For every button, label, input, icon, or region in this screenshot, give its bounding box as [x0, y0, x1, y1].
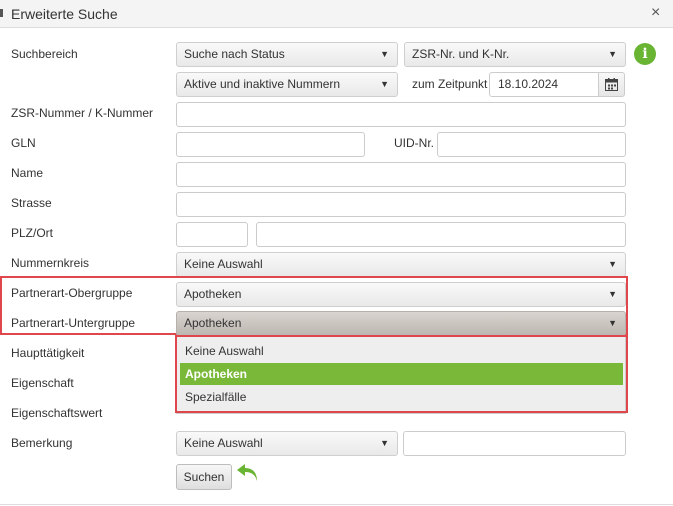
reset-button[interactable]	[236, 462, 260, 484]
chevron-down-icon: ▼	[608, 49, 617, 59]
select-zsr-typ[interactable]: ZSR-Nr. und K-Nr. ▼	[404, 42, 626, 67]
info-icon[interactable]: i	[634, 43, 656, 65]
undo-arrow-icon	[237, 464, 257, 481]
label-obergruppe: Partnerart-Obergruppe	[11, 286, 133, 300]
suchen-button[interactable]: Suchen	[176, 464, 232, 490]
uid-input[interactable]	[437, 132, 626, 157]
date-input[interactable]: 18.10.2024	[489, 72, 600, 97]
label-bemerkung: Bemerkung	[11, 436, 73, 450]
strasse-input[interactable]	[176, 192, 626, 217]
select-aktiv-status-value: Aktive und inaktive Nummern	[184, 77, 341, 91]
select-bemerkung-value: Keine Auswahl	[184, 436, 263, 450]
chevron-down-icon: ▼	[380, 79, 389, 89]
dialog-title: Erweiterte Suche	[11, 6, 118, 22]
label-uid: UID-Nr.	[394, 136, 434, 150]
label-zum-zeitpunkt: zum Zeitpunkt	[412, 77, 488, 91]
select-obergruppe-value: Apotheken	[184, 287, 242, 301]
chevron-down-icon: ▼	[608, 259, 617, 269]
calendar-icon	[605, 78, 618, 91]
label-strasse: Strasse	[11, 196, 52, 210]
label-name: Name	[11, 166, 44, 180]
select-aktiv-status[interactable]: Aktive und inaktive Nummern ▼	[176, 72, 398, 97]
label-suchbereich: Suchbereich	[11, 47, 78, 61]
ort-input[interactable]	[256, 222, 626, 247]
plz-input[interactable]	[176, 222, 248, 247]
bemerkung-input[interactable]	[403, 431, 626, 456]
label-plz-ort: PLZ/Ort	[11, 226, 54, 240]
select-nummernkreis-value: Keine Auswahl	[184, 257, 263, 271]
name-input[interactable]	[176, 162, 626, 187]
chevron-down-icon: ▼	[608, 289, 617, 299]
chevron-down-icon: ▼	[380, 438, 389, 448]
dialog-bottom-border	[0, 504, 673, 505]
select-bemerkung[interactable]: Keine Auswahl ▼	[176, 431, 398, 456]
edge-marker	[0, 9, 3, 17]
label-eigenschaftswert: Eigenschaftswert	[11, 406, 103, 420]
label-nummernkreis: Nummernkreis	[11, 256, 90, 270]
label-gln: GLN	[11, 136, 36, 150]
select-untergruppe-value: Apotheken	[184, 316, 242, 330]
label-eigenschaft: Eigenschaft	[11, 376, 74, 390]
select-zsr-typ-value: ZSR-Nr. und K-Nr.	[412, 47, 510, 61]
select-suche-nach-value: Suche nach Status	[184, 47, 285, 61]
label-untergruppe: Partnerart-Untergruppe	[11, 316, 136, 330]
gln-input[interactable]	[176, 132, 365, 157]
select-suche-nach[interactable]: Suche nach Status ▼	[176, 42, 398, 67]
label-haupttaetigkeit: Haupttätigkeit	[11, 346, 85, 360]
highlight-frame-dropdown	[175, 335, 628, 413]
select-untergruppe[interactable]: Apotheken ▼	[176, 311, 626, 336]
close-icon[interactable]: ×	[651, 4, 660, 22]
chevron-down-icon: ▼	[380, 49, 389, 59]
select-obergruppe[interactable]: Apotheken ▼	[176, 282, 626, 307]
zsr-input[interactable]	[176, 102, 626, 127]
label-zsr: ZSR-Nummer / K-Nummer	[11, 106, 154, 120]
chevron-down-icon: ▼	[608, 318, 617, 328]
select-nummernkreis[interactable]: Keine Auswahl ▼	[176, 252, 626, 277]
calendar-button[interactable]	[598, 72, 625, 97]
